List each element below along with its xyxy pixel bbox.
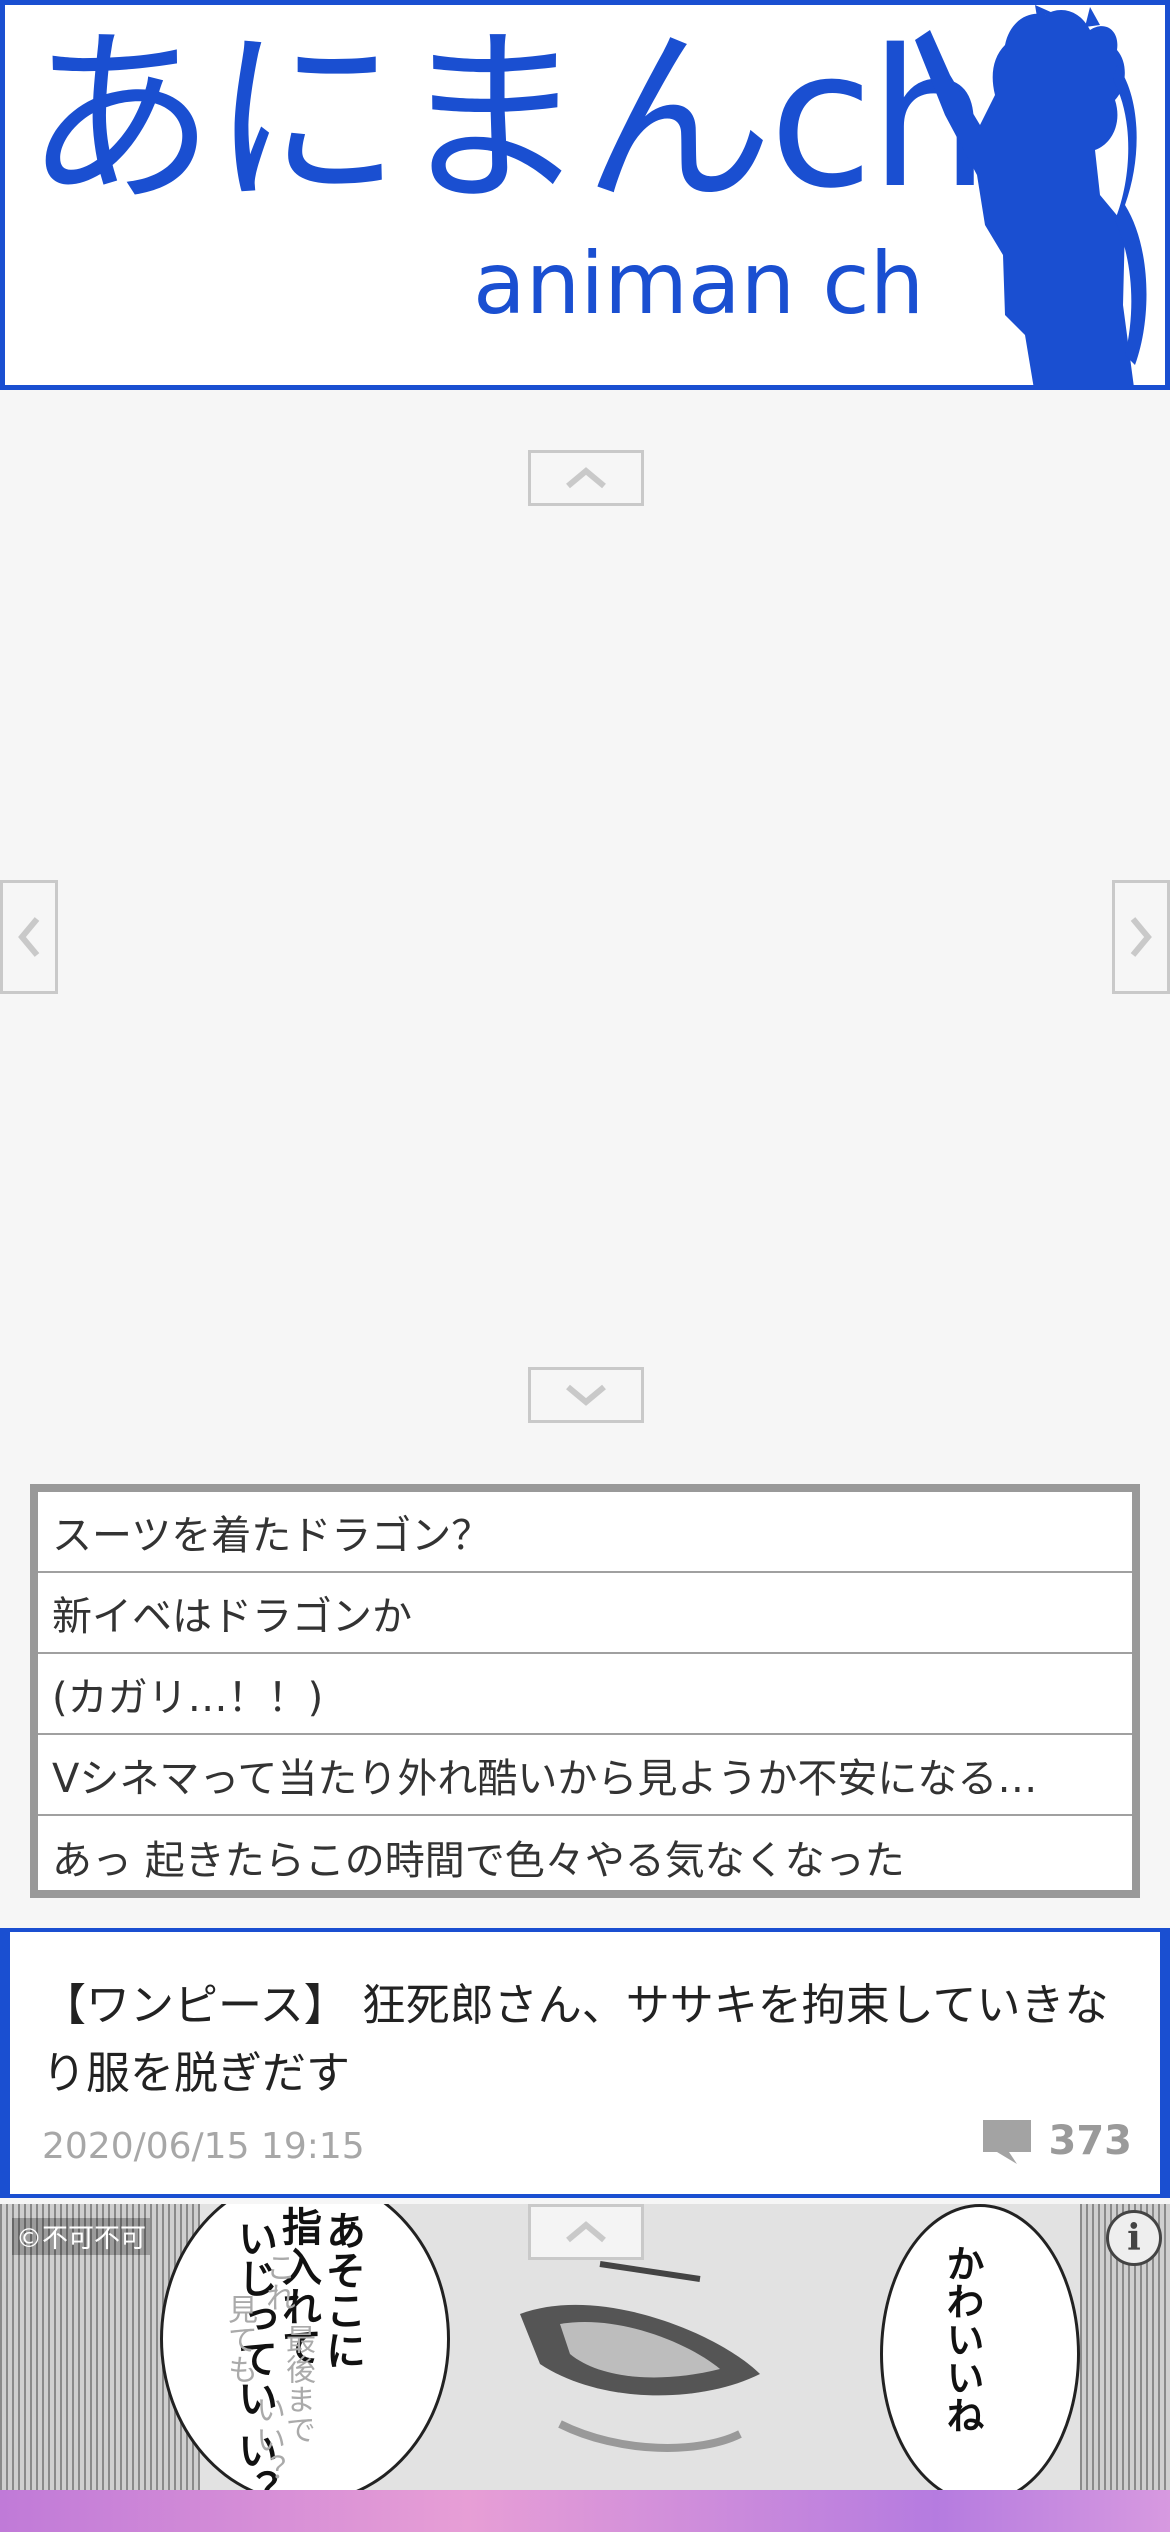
speech-bubble-icon — [982, 2120, 1031, 2164]
ad-copyright: ©不可不可 — [12, 2218, 151, 2255]
article-date: 2020/06/15 19:15 — [42, 2126, 365, 2167]
site-logo-title: あにまんch — [25, 9, 990, 230]
ad-caption-strip — [0, 2490, 1170, 2532]
chevron-right-icon — [1130, 917, 1152, 957]
bubble-faint-line: 最後まで — [280, 2324, 315, 2444]
chevron-left-icon — [18, 917, 40, 957]
chevron-down-icon — [566, 1384, 606, 1406]
carousel-prev-button[interactable] — [0, 880, 58, 994]
ad-collapse-button[interactable] — [528, 2204, 644, 2260]
bubble-faint-line: いい？ — [250, 2394, 285, 2484]
site-logo-subtitle: animan ch — [473, 234, 925, 334]
topic-list-item[interactable]: あっ 起きたらこの時間で色々やる気なくなった — [38, 1816, 1132, 1897]
carousel-up-button[interactable] — [528, 450, 644, 506]
chevron-up-icon — [566, 467, 606, 489]
site-header-banner[interactable]: あにまんch animan ch — [0, 0, 1170, 390]
comment-count: 373 — [1048, 2118, 1133, 2164]
bubble-line: あそこに — [319, 2210, 365, 2370]
article-card[interactable]: 【ワンピース】 狂死郎さん、ササキを拘束していきなり服を脱ぎだす 2020/06… — [0, 1928, 1170, 2198]
info-icon[interactable]: i — [1106, 2210, 1162, 2266]
bubble-faint-line: 見ても — [222, 2294, 257, 2384]
article-title[interactable]: 【ワンピース】 狂死郎さん、ササキを拘束していきなり服を脱ぎだす — [42, 1972, 1122, 2108]
comment-count-badge: 373 — [979, 2116, 1133, 2166]
topic-list: スーツを着たドラゴン？ 新イベはドラゴンか (カガリ…！！) Vシネマって当たり… — [30, 1484, 1140, 1898]
bubble-line-right: かわいいね — [940, 2244, 984, 2434]
topic-list-item[interactable]: 新イベはドラゴンか — [38, 1573, 1132, 1654]
topic-list-item[interactable]: Vシネマって当たり外れ酷いから見ようか不安になる… — [38, 1735, 1132, 1816]
topic-list-item[interactable]: スーツを着たドラゴン？ — [38, 1492, 1132, 1573]
chevron-up-icon — [566, 2221, 606, 2243]
mascot-silhouette-icon — [915, 5, 1147, 385]
bubble-faint-line: これ — [260, 2252, 295, 2312]
carousel-next-button[interactable] — [1112, 880, 1170, 994]
carousel-down-button[interactable] — [528, 1367, 644, 1423]
topic-list-item[interactable]: (カガリ…！！) — [38, 1654, 1132, 1735]
